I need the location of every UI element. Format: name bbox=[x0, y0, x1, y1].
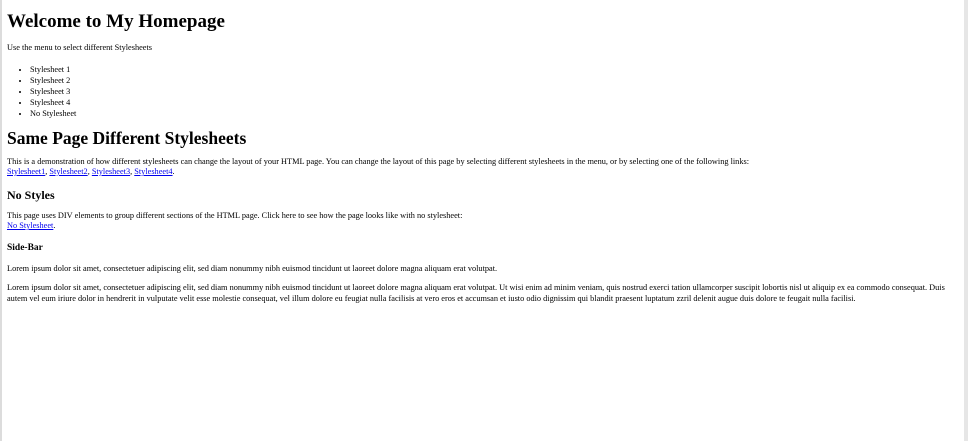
intro-text: Use the menu to select different Stylesh… bbox=[7, 43, 153, 52]
window-right-border bbox=[964, 0, 968, 441]
section-heading-no-styles: No Styles bbox=[7, 187, 55, 202]
demo-text: This is a demonstration of how different… bbox=[7, 156, 750, 166]
stylesheet-menu: Stylesheet 1 Stylesheet 2 Stylesheet 3 S… bbox=[7, 64, 957, 119]
demo-paragraph: This is a demonstration of how different… bbox=[7, 157, 957, 178]
link-stylesheet-3[interactable]: Stylesheet3 bbox=[92, 167, 130, 176]
menu-item-stylesheet-4[interactable]: Stylesheet 4 bbox=[30, 97, 957, 108]
footer-paragraph: Lorem ipsum dolor sit amet, consectetuer… bbox=[7, 283, 945, 303]
menu-item-no-stylesheet[interactable]: No Stylesheet bbox=[30, 108, 957, 119]
window-left-border bbox=[0, 0, 2, 441]
link-stylesheet-4[interactable]: Stylesheet4 bbox=[134, 167, 172, 176]
link-stylesheet-1[interactable]: Stylesheet1 bbox=[7, 167, 45, 176]
link-stylesheet-2[interactable]: Stylesheet2 bbox=[49, 167, 87, 176]
page-content: Welcome to My Homepage Use the menu to s… bbox=[7, 0, 957, 304]
menu-item-stylesheet-3[interactable]: Stylesheet 3 bbox=[30, 86, 957, 97]
menu-item-stylesheet-1[interactable]: Stylesheet 1 bbox=[30, 64, 957, 75]
nostyles-paragraph: This page uses DIV elements to group dif… bbox=[7, 211, 957, 232]
browser-page: { "header": { "title": "Welcome to My Ho… bbox=[0, 0, 968, 441]
section-heading-same-page: Same Page Different Stylesheets bbox=[7, 127, 247, 148]
section-heading-side-bar: Side-Bar bbox=[7, 242, 43, 253]
link-list-end: . bbox=[172, 167, 175, 176]
nostyles-text: This page uses DIV elements to group dif… bbox=[7, 210, 463, 220]
link-no-stylesheet[interactable]: No Stylesheet bbox=[7, 221, 53, 230]
sidebar-paragraph: Lorem ipsum dolor sit amet, consectetuer… bbox=[7, 263, 498, 273]
link-end: . bbox=[53, 221, 56, 230]
menu-item-stylesheet-2[interactable]: Stylesheet 2 bbox=[30, 75, 957, 86]
page-title: Welcome to My Homepage bbox=[7, 11, 225, 32]
